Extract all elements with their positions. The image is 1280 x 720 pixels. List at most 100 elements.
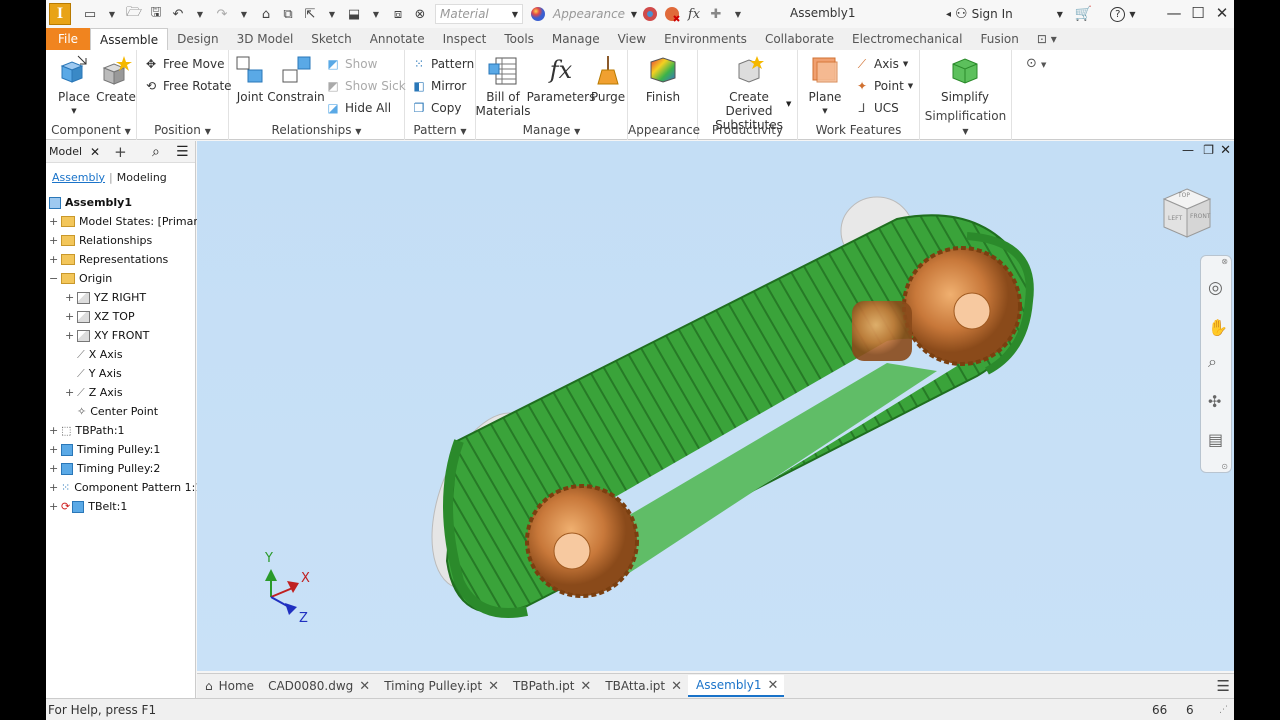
browser-tab-model[interactable]: Model <box>49 145 82 158</box>
nav-bar-options-icon[interactable]: ⊙ <box>1221 462 1228 471</box>
tree-item-tbelt[interactable]: + ⟳ TBelt:1 <box>49 497 127 516</box>
clear-appearance-icon[interactable] <box>663 5 681 23</box>
tab-assemble[interactable]: Assemble <box>90 28 169 50</box>
tab-tools[interactable]: Tools <box>495 28 543 50</box>
close-icon[interactable]: ✕ <box>90 145 100 159</box>
axis-button[interactable]: ⟋ Axis ▼ <box>854 56 909 72</box>
chevron-down-icon[interactable]: ▼ <box>786 100 791 108</box>
minimize-icon[interactable]: — <box>1164 4 1184 22</box>
material-icon[interactable]: ⊗ <box>411 5 429 23</box>
chevron-down-icon[interactable]: ▼ <box>191 5 209 23</box>
chevron-down-icon[interactable]: ▼ <box>1057 10 1063 19</box>
update-icon[interactable]: ⬓ <box>345 5 363 23</box>
expand-toggle-icon[interactable]: + <box>49 253 58 266</box>
close-icon[interactable]: ✕ <box>671 679 682 694</box>
position-panel-label[interactable]: Position ▼ <box>137 123 228 137</box>
constrain-button[interactable]: Constrain <box>267 54 325 104</box>
component-panel-label[interactable]: Component ▼ <box>46 123 136 137</box>
view-cube[interactable]: TOP LEFT FRONT <box>1160 187 1214 241</box>
graphics-viewport[interactable]: — ❐ ✕ TOP LEFT FRONT ⊗ ◎ ✋ ⌕ ✣ ▤ ⊙ Y X Z <box>197 141 1234 671</box>
bom-button[interactable]: Bill of Materials <box>476 54 531 118</box>
expand-toggle-icon[interactable]: − <box>49 272 58 285</box>
chevron-left-icon[interactable]: ◂ <box>946 9 951 20</box>
zoom-icon[interactable]: ⌕ <box>1208 352 1217 372</box>
material-dropdown[interactable]: Material ▼ <box>435 4 523 24</box>
tree-item-center-point[interactable]: ✧ Center Point <box>65 402 158 421</box>
tree-item-yz-plane[interactable]: + YZ RIGHT <box>65 288 146 307</box>
home-tab[interactable]: ⌂ Home <box>197 675 260 697</box>
tab-manage[interactable]: Manage <box>543 28 609 50</box>
tree-item-xy-plane[interactable]: + XY FRONT <box>65 326 149 345</box>
doc-tab-tbatta[interactable]: TBAtta.ipt ✕ <box>597 675 688 697</box>
tab-3d-model[interactable]: 3D Model <box>228 28 303 50</box>
add-tab-icon[interactable]: + <box>114 143 127 161</box>
expand-toggle-icon[interactable]: + <box>49 481 58 494</box>
chevron-down-icon[interactable]: ▼ <box>103 5 121 23</box>
tab-design[interactable]: Design <box>168 28 227 50</box>
viewcube-top-label[interactable]: TOP <box>1178 192 1190 199</box>
tab-collaborate[interactable]: Collaborate <box>756 28 843 50</box>
tree-item-tbpath[interactable]: + ⬚ TBPath:1 <box>49 421 125 440</box>
chevron-down-icon[interactable]: ▼ <box>1129 10 1135 19</box>
measure-icon[interactable]: ⧈ <box>389 5 407 23</box>
tree-item-xz-plane[interactable]: + XZ TOP <box>65 307 135 326</box>
chevron-down-icon[interactable]: ▼ <box>367 5 385 23</box>
manage-panel-label[interactable]: Manage ▼ <box>476 123 627 137</box>
appearance-panel-label[interactable]: Appearance <box>628 123 700 137</box>
tree-item-y-axis[interactable]: ⟋ Y Axis <box>65 364 122 383</box>
home-icon[interactable]: ⌂ <box>257 5 275 23</box>
doc-tab-timing-pulley[interactable]: Timing Pulley.ipt ✕ <box>376 675 505 697</box>
close-icon[interactable]: ✕ <box>1212 4 1232 22</box>
tree-root-assembly[interactable]: Assembly1 <box>49 193 132 212</box>
help-icon[interactable]: ? <box>1110 6 1126 22</box>
search-icon[interactable]: ⌕ <box>152 144 160 160</box>
close-icon[interactable]: ✕ <box>488 679 499 694</box>
modeling-mode-link[interactable]: Modeling <box>117 171 167 184</box>
simplification-panel-label[interactable]: Simplification ▼ <box>920 109 1011 137</box>
orbit-icon[interactable]: ✣ <box>1208 392 1221 411</box>
tab-file[interactable]: File <box>46 28 90 50</box>
pattern-button[interactable]: ⁙ Pattern <box>411 56 474 72</box>
tab-annotate[interactable]: Annotate <box>361 28 434 50</box>
look-at-icon[interactable]: ▤ <box>1208 430 1223 449</box>
maximize-icon[interactable]: ☐ <box>1188 4 1208 22</box>
app-logo[interactable]: I <box>49 3 71 25</box>
cart-icon[interactable]: 🛒 <box>1075 6 1092 22</box>
tree-item-model-states[interactable]: + Model States: [Primary] <box>49 212 209 231</box>
plane-button[interactable]: Plane ▼ <box>806 54 844 118</box>
tree-item-timing-pulley-1[interactable]: + Timing Pulley:1 <box>49 440 160 459</box>
joint-button[interactable]: Joint <box>233 54 267 104</box>
tree-item-origin[interactable]: − Origin <box>49 269 112 288</box>
copy-button[interactable]: ❐ Copy <box>411 100 462 116</box>
sign-in-area[interactable]: ◂ ⚇ Sign In ▼ 🛒 ? ▼ <box>946 6 1135 22</box>
tabs-menu-icon[interactable]: ☰ <box>1217 677 1230 695</box>
tree-item-representations[interactable]: + Representations <box>49 250 168 269</box>
expand-toggle-icon[interactable]: + <box>65 386 74 399</box>
point-button[interactable]: ✦ Point ▼ <box>854 78 913 94</box>
expand-toggle-icon[interactable]: + <box>49 462 58 475</box>
productivity-panel-label[interactable]: Productivity <box>698 123 797 137</box>
show-sick-button[interactable]: ◩ Show Sick <box>325 78 405 94</box>
expand-toggle-icon[interactable]: + <box>65 329 74 342</box>
properties-icon[interactable]: ⧉ <box>279 5 297 23</box>
tab-inspect[interactable]: Inspect <box>434 28 496 50</box>
appearance-dropdown[interactable]: Appearance ▼ <box>549 4 639 24</box>
expand-toggle-icon[interactable]: + <box>49 500 58 513</box>
relationships-panel-label[interactable]: Relationships ▼ <box>229 123 404 137</box>
tab-sketch[interactable]: Sketch <box>302 28 360 50</box>
menu-icon[interactable]: ☰ <box>176 144 189 160</box>
create-derived-substitutes-button[interactable]: Create Derived Substitutes <box>704 54 794 132</box>
doc-tab-tbpath[interactable]: TBPath.ipt ✕ <box>505 675 597 697</box>
undo-icon[interactable]: ↶ <box>169 5 187 23</box>
close-icon[interactable]: ✕ <box>580 679 591 694</box>
parameters-button[interactable]: fx Parameters <box>527 54 596 104</box>
mirror-button[interactable]: ◧ Mirror <box>411 78 466 94</box>
purge-button[interactable]: Purge <box>590 54 626 104</box>
tab-overflow-icon[interactable]: ⊡ ▾ <box>1028 28 1066 50</box>
close-icon[interactable]: ✕ <box>768 678 779 693</box>
tree-item-component-pattern[interactable]: + ⁙ Component Pattern 1:1 <box>49 478 202 497</box>
create-button[interactable]: Create <box>96 54 136 104</box>
show-button[interactable]: ◩ Show <box>325 56 377 72</box>
doc-tab-assembly1[interactable]: Assembly1 ✕ <box>688 675 785 697</box>
ribbon-options-icon[interactable]: ⊙ ▼ <box>1026 56 1046 71</box>
